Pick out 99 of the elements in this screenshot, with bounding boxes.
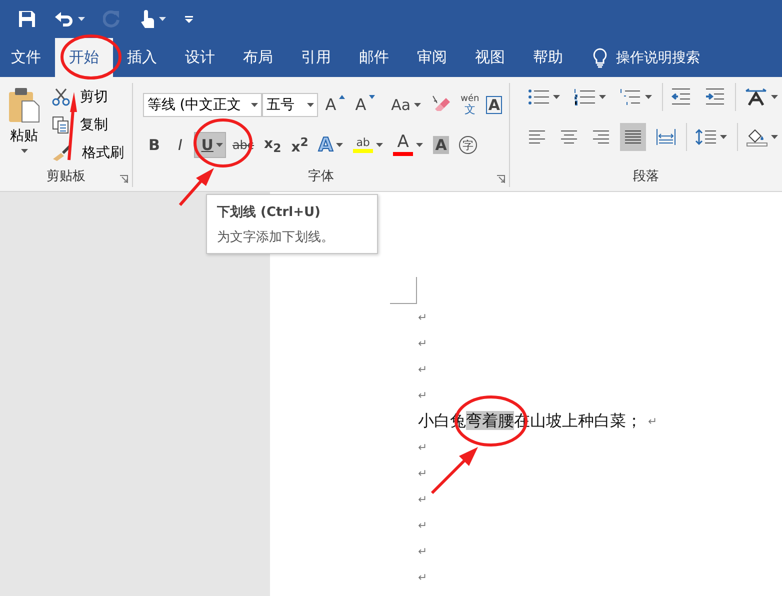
tell-me-search[interactable]: 操作说明搜索 bbox=[577, 38, 700, 77]
copy-icon bbox=[52, 116, 70, 134]
align-center-icon bbox=[560, 130, 578, 144]
annotation-circle bbox=[60, 34, 122, 80]
align-left-icon bbox=[528, 130, 546, 144]
paragraph-mark: ↵ bbox=[648, 414, 658, 428]
dialog-launcher-icon[interactable] bbox=[120, 175, 128, 183]
align-right-icon bbox=[592, 130, 610, 144]
highlight-color-button[interactable]: ab bbox=[350, 133, 386, 157]
caret-icon bbox=[159, 17, 166, 21]
clipboard-command[interactable]: 格式刷 bbox=[52, 141, 124, 165]
tooltip-title: 下划线 (Ctrl+U) bbox=[217, 204, 322, 221]
font-name-value: 等线 (中文正文 bbox=[147, 96, 242, 114]
undo-icon bbox=[54, 10, 74, 28]
clipboard-icon bbox=[8, 87, 40, 123]
annotation-arrow bbox=[68, 92, 77, 160]
grow-font-button[interactable]: A bbox=[322, 93, 348, 117]
font-color-button[interactable]: A bbox=[390, 133, 426, 157]
subscript-button[interactable]: x$_{2}$ bbox=[261, 133, 284, 157]
group-label: 剪贴板 bbox=[46, 168, 86, 185]
character-scaling-icon bbox=[744, 88, 768, 106]
redo-icon bbox=[103, 10, 121, 28]
paragraph-mark: ↵ bbox=[418, 440, 428, 454]
caret-icon bbox=[339, 95, 346, 99]
paragraph-mark: ↵ bbox=[418, 518, 428, 532]
paste-button[interactable]: 粘贴 bbox=[6, 83, 42, 165]
distributed-icon bbox=[656, 128, 676, 146]
margin-corner-mark bbox=[390, 277, 417, 304]
lightbulb-icon bbox=[593, 48, 607, 68]
caret-icon bbox=[216, 143, 224, 147]
caret-icon bbox=[376, 143, 384, 147]
shrink-font-button[interactable]: A bbox=[352, 93, 378, 117]
paragraph-mark: ↵ bbox=[418, 492, 428, 506]
ribbon-tab[interactable]: 审阅 bbox=[403, 38, 461, 77]
caret-icon bbox=[336, 143, 344, 147]
caret-icon bbox=[553, 95, 560, 99]
phonetic-guide-button[interactable]: wén 文 bbox=[458, 93, 482, 117]
caret-icon bbox=[369, 95, 376, 99]
ribbon-tab[interactable]: 文件 bbox=[0, 38, 55, 77]
command-label: 剪切 bbox=[80, 88, 108, 106]
hand-pointer-icon bbox=[139, 9, 155, 29]
ribbon-tab[interactable]: 邮件 bbox=[345, 38, 403, 77]
group-label: 段落 bbox=[633, 168, 659, 185]
clipboard-command[interactable]: 剪切 bbox=[52, 85, 124, 109]
clipboard-command[interactable]: 复制 bbox=[52, 113, 124, 137]
paragraph-mark: ↵ bbox=[418, 570, 428, 584]
italic-button[interactable]: I bbox=[169, 133, 192, 157]
customize-icon bbox=[184, 14, 194, 24]
paragraph-mark: ↵ bbox=[418, 310, 428, 324]
paragraph-mark: ↵ bbox=[418, 336, 428, 350]
paragraph-mark: ↵ bbox=[418, 388, 428, 402]
caret-icon bbox=[251, 103, 258, 107]
caret-icon bbox=[645, 95, 652, 99]
multilevel-list-icon bbox=[620, 88, 642, 106]
change-case-button[interactable]: Aa bbox=[388, 93, 424, 117]
paragraph-mark: ↵ bbox=[418, 466, 428, 480]
numbered-list-icon bbox=[574, 88, 596, 106]
ribbon-tab[interactable]: 引用 bbox=[287, 38, 345, 77]
annotation-circle bbox=[194, 118, 252, 168]
annotation-arrow bbox=[430, 447, 478, 494]
justify-button[interactable] bbox=[620, 123, 646, 151]
bold-button[interactable]: B bbox=[143, 133, 166, 157]
annotation-arrow bbox=[178, 168, 214, 206]
caret-icon bbox=[720, 135, 727, 139]
caret-icon bbox=[307, 103, 314, 107]
increase-indent-icon bbox=[705, 88, 725, 106]
font-name-dropdown[interactable]: 等线 (中文正文 bbox=[143, 93, 262, 117]
ribbon-tab[interactable]: 帮助 bbox=[519, 38, 577, 77]
command-label: 复制 bbox=[80, 116, 108, 134]
caret-icon bbox=[771, 95, 778, 99]
ribbon-tab[interactable]: 设计 bbox=[171, 38, 229, 77]
dialog-launcher-icon[interactable] bbox=[497, 175, 505, 183]
font-size-value: 五号 bbox=[266, 96, 294, 114]
font-size-dropdown[interactable]: 五号 bbox=[262, 93, 318, 117]
save-icon bbox=[18, 10, 36, 28]
superscript-button[interactable]: x$^{2}$ bbox=[288, 133, 312, 157]
decrease-indent-icon bbox=[671, 88, 691, 106]
bullet-list-icon bbox=[528, 88, 550, 106]
character-border-button[interactable]: A bbox=[486, 96, 502, 114]
caret-icon bbox=[414, 103, 421, 107]
caret-icon bbox=[416, 143, 424, 147]
caret-icon bbox=[78, 17, 85, 21]
line-spacing-icon bbox=[695, 128, 717, 146]
underline-button[interactable]: U bbox=[195, 133, 226, 157]
paragraph-mark: ↵ bbox=[418, 362, 428, 376]
justify-icon bbox=[624, 130, 642, 144]
ribbon-tab[interactable]: 视图 bbox=[461, 38, 519, 77]
group-label: 字体 bbox=[308, 168, 334, 185]
paint-bucket-icon bbox=[746, 127, 768, 147]
ribbon-tab[interactable]: 布局 bbox=[229, 38, 287, 77]
command-label: 格式刷 bbox=[82, 144, 124, 162]
tell-me-label: 操作说明搜索 bbox=[616, 48, 700, 66]
caret-icon bbox=[20, 149, 28, 153]
paragraph-mark: ↵ bbox=[418, 544, 428, 558]
scissors-icon bbox=[52, 88, 70, 106]
caret-icon bbox=[771, 135, 778, 139]
caret-icon bbox=[599, 95, 606, 99]
ribbon-tab[interactable]: 插入 bbox=[113, 38, 171, 77]
tooltip-description: 为文字添加下划线。 bbox=[217, 229, 335, 246]
